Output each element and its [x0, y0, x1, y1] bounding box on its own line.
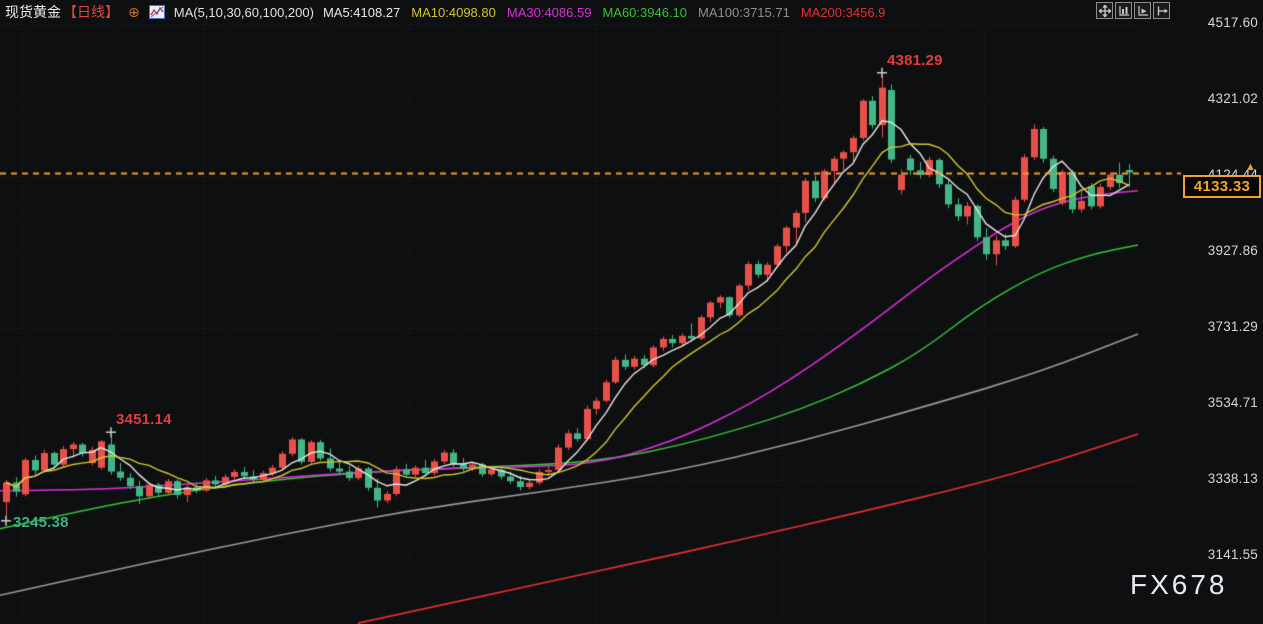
chart-toolbar	[1096, 2, 1170, 19]
jump-to-latest-button[interactable]	[1153, 2, 1170, 19]
price-annotation: 3245.38	[13, 514, 69, 531]
price-axis-label: 3141.55	[1208, 547, 1258, 562]
ma-legend-value: MA5:4108.27	[323, 5, 400, 20]
price-up-arrow-icon: ▲	[1245, 162, 1256, 173]
period-tag[interactable]: 【日线】	[63, 2, 119, 22]
price-axis-label: 4517.60	[1208, 15, 1258, 30]
price-axis-label: 3731.29	[1208, 319, 1258, 334]
axis-forward-icon	[1137, 5, 1149, 17]
watermark-logo: FX678	[1130, 569, 1228, 601]
chart-header: 现货黄金 【日线】 ⊕ MA(5,10,30,60,100,200) MA5:4…	[5, 2, 885, 22]
candlestick-chart-canvas[interactable]	[0, 0, 1263, 624]
pan-move-button[interactable]	[1096, 2, 1113, 19]
price-axis-label: 4321.02	[1208, 91, 1258, 106]
ma-legend-value: MA100:3715.71	[698, 5, 790, 20]
price-axis-label: 3927.86	[1208, 243, 1258, 258]
symbol-title: 现货黄金	[5, 2, 61, 22]
ma-legend-value: MA30:4086.59	[507, 5, 592, 20]
price-annotation: 3451.14	[116, 411, 172, 428]
ma-legend-value: MA60:3946.10	[602, 5, 687, 20]
pan-move-icon	[1099, 5, 1111, 17]
price-axis-label: 3534.71	[1208, 395, 1258, 410]
last-price-tag: 4133.33	[1183, 175, 1261, 198]
price-annotation: 4381.29	[887, 52, 943, 69]
last-price-value: 4133.33	[1194, 178, 1250, 195]
crosshair-target-icon[interactable]: ⊕	[128, 5, 140, 19]
price-axis-label: 3338.13	[1208, 471, 1258, 486]
axis-scale-button[interactable]	[1115, 2, 1132, 19]
ma-legend-value: MA10:4098.80	[411, 5, 496, 20]
ma-legend: MA5:4108.27 MA10:4098.80 MA30:4086.59 MA60:…	[323, 5, 885, 20]
kline-chart-icon[interactable]	[149, 5, 165, 19]
ma-group-label: MA(5,10,30,60,100,200)	[174, 5, 314, 20]
jump-to-latest-icon	[1156, 5, 1168, 17]
axis-forward-button[interactable]	[1134, 2, 1151, 19]
trading-chart-window: 现货黄金 【日线】 ⊕ MA(5,10,30,60,100,200) MA5:4…	[0, 0, 1263, 624]
axis-scale-icon	[1118, 5, 1130, 17]
ma-legend-value: MA200:3456.9	[801, 5, 886, 20]
